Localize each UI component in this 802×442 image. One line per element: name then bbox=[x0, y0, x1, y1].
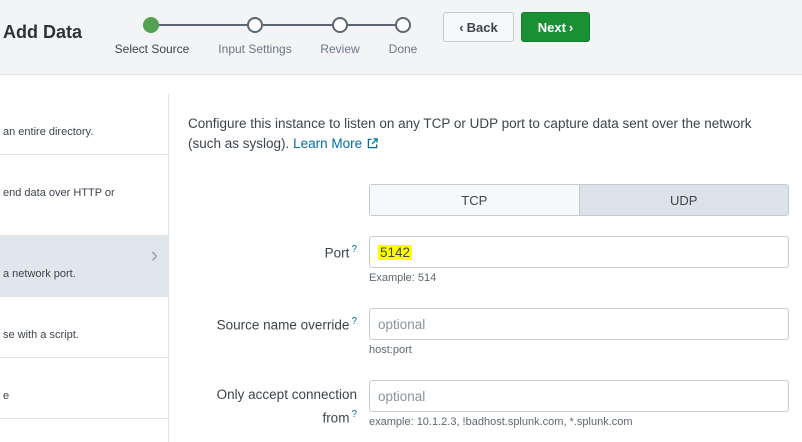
source-item-scripts[interactable]: se with a script. bbox=[0, 297, 168, 358]
accept-from-label-line2: from bbox=[322, 410, 350, 426]
source-type-list: an entire directory. end data over HTTP … bbox=[0, 94, 169, 442]
source-item-description: e bbox=[3, 390, 10, 402]
back-button-label: Back bbox=[466, 19, 498, 35]
source-item-description: an entire directory. bbox=[3, 126, 94, 138]
protocol-toggle: TCP UDP bbox=[369, 184, 789, 216]
step-connector bbox=[157, 24, 249, 26]
source-item-description: end data over HTTP or bbox=[3, 187, 115, 199]
step-dot-review bbox=[332, 17, 348, 33]
port-hint: Example: 514 bbox=[369, 272, 437, 284]
back-button[interactable]: ‹ Back bbox=[443, 12, 514, 42]
external-link-icon bbox=[367, 138, 378, 149]
step-dot-select-source bbox=[143, 17, 159, 33]
port-label: Port? bbox=[325, 240, 357, 264]
step-dot-done bbox=[395, 17, 411, 33]
source-name-input[interactable]: optional bbox=[369, 308, 789, 340]
source-name-label-text: Source name override bbox=[216, 317, 350, 333]
accept-from-label: Only accept connection from? bbox=[217, 385, 357, 429]
step-dot-input-settings bbox=[247, 17, 263, 33]
learn-more-label: Learn More bbox=[293, 136, 363, 151]
source-name-hint: host:port bbox=[369, 344, 412, 356]
source-item-description: a network port. bbox=[3, 268, 76, 280]
port-value: 5142 bbox=[378, 244, 413, 260]
step-connector bbox=[346, 24, 397, 26]
description-text: Configure this instance to listen on any… bbox=[188, 116, 752, 151]
source-item-tcp-udp[interactable]: a network port. › bbox=[0, 236, 168, 297]
source-item-description: se with a script. bbox=[3, 329, 79, 341]
source-name-label: Source name override? bbox=[217, 312, 357, 336]
step-label-review: Review bbox=[320, 42, 360, 56]
source-item-http-event-collector[interactable]: end data over HTTP or bbox=[0, 155, 168, 236]
chevron-left-icon: ‹ bbox=[459, 19, 464, 35]
next-button[interactable]: Next › bbox=[521, 12, 590, 42]
accept-from-label-line1: Only accept connection bbox=[216, 387, 357, 402]
help-icon[interactable]: ? bbox=[351, 316, 357, 327]
input-description: Configure this instance to listen on any… bbox=[188, 114, 788, 154]
learn-more-link[interactable]: Learn More bbox=[293, 136, 378, 151]
step-connector bbox=[261, 24, 334, 26]
source-item-other[interactable]: e bbox=[0, 358, 168, 419]
tcp-option-button[interactable]: TCP bbox=[370, 185, 580, 215]
source-item-files-directories[interactable]: an entire directory. bbox=[0, 94, 168, 155]
source-name-placeholder: optional bbox=[378, 316, 426, 332]
progress-stepper: Select Source Input Settings Review Done bbox=[0, 0, 440, 74]
step-label-done: Done bbox=[388, 42, 418, 56]
step-label-select-source: Select Source bbox=[114, 42, 190, 56]
udp-option-button[interactable]: UDP bbox=[579, 185, 788, 215]
help-icon[interactable]: ? bbox=[351, 244, 357, 255]
port-label-text: Port bbox=[324, 245, 350, 261]
next-button-label: Next bbox=[537, 19, 566, 35]
help-icon[interactable]: ? bbox=[351, 409, 357, 420]
accept-from-input[interactable]: optional bbox=[369, 380, 789, 412]
chevron-right-icon: › bbox=[150, 242, 158, 267]
header-bar: Add Data Select Source Input Settings Re… bbox=[0, 0, 802, 75]
accept-from-hint: example: 10.1.2.3, !badhost.splunk.com, … bbox=[369, 416, 633, 428]
chevron-right-icon: › bbox=[568, 19, 574, 35]
accept-from-placeholder: optional bbox=[378, 388, 426, 404]
port-input[interactable]: 5142 bbox=[369, 236, 789, 268]
step-label-input-settings: Input Settings bbox=[218, 42, 292, 56]
